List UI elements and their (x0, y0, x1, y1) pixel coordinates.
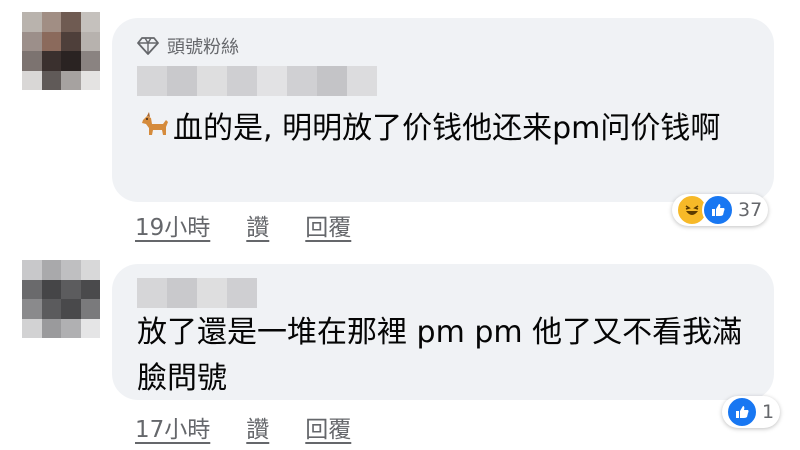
avatar[interactable] (22, 12, 100, 90)
like-button[interactable]: 讚 (246, 410, 269, 444)
avatar[interactable] (22, 260, 100, 338)
timestamp-link[interactable]: 19小時 (135, 208, 210, 242)
author-name[interactable] (137, 66, 377, 96)
badge-label: 頭號粉絲 (167, 37, 239, 58)
comment-bubble: 頭號粉絲 血的是, 明明放了价钱他还来pm问价钱啊 (112, 18, 774, 202)
top-fan-badge[interactable]: 頭號粉絲 (137, 34, 239, 58)
reaction-count: 37 (738, 199, 763, 221)
reply-button[interactable]: 回覆 (305, 208, 351, 242)
dog-emoji-icon (142, 112, 168, 135)
reply-button[interactable]: 回覆 (305, 410, 351, 444)
like-button[interactable]: 讚 (246, 208, 269, 242)
author-name[interactable] (137, 278, 257, 308)
like-icon (702, 194, 734, 226)
comment-text: 放了還是一堆在那裡 pm pm 他了又不看我滿臉問號 (137, 315, 743, 396)
comment-bubble: 放了還是一堆在那裡 pm pm 他了又不看我滿臉問號 (112, 264, 774, 400)
reaction-count: 1 (762, 401, 775, 423)
timestamp-link[interactable]: 17小時 (135, 410, 210, 444)
like-icon (726, 396, 758, 428)
diamond-icon (137, 37, 159, 55)
reaction-summary[interactable]: 37 (672, 194, 769, 226)
comment-actions: 19小時 讚 回覆 (135, 208, 351, 242)
comment-text: 血的是, 明明放了价钱他还来pm问价钱啊 (137, 106, 752, 152)
comment-actions: 17小時 讚 回覆 (135, 410, 351, 444)
comment-thread: 頭號粉絲 血的是, 明明放了价钱他还来pm问价钱啊 37 19小時 讚 回覆 放… (0, 0, 800, 450)
reaction-summary[interactable]: 1 (722, 396, 781, 428)
